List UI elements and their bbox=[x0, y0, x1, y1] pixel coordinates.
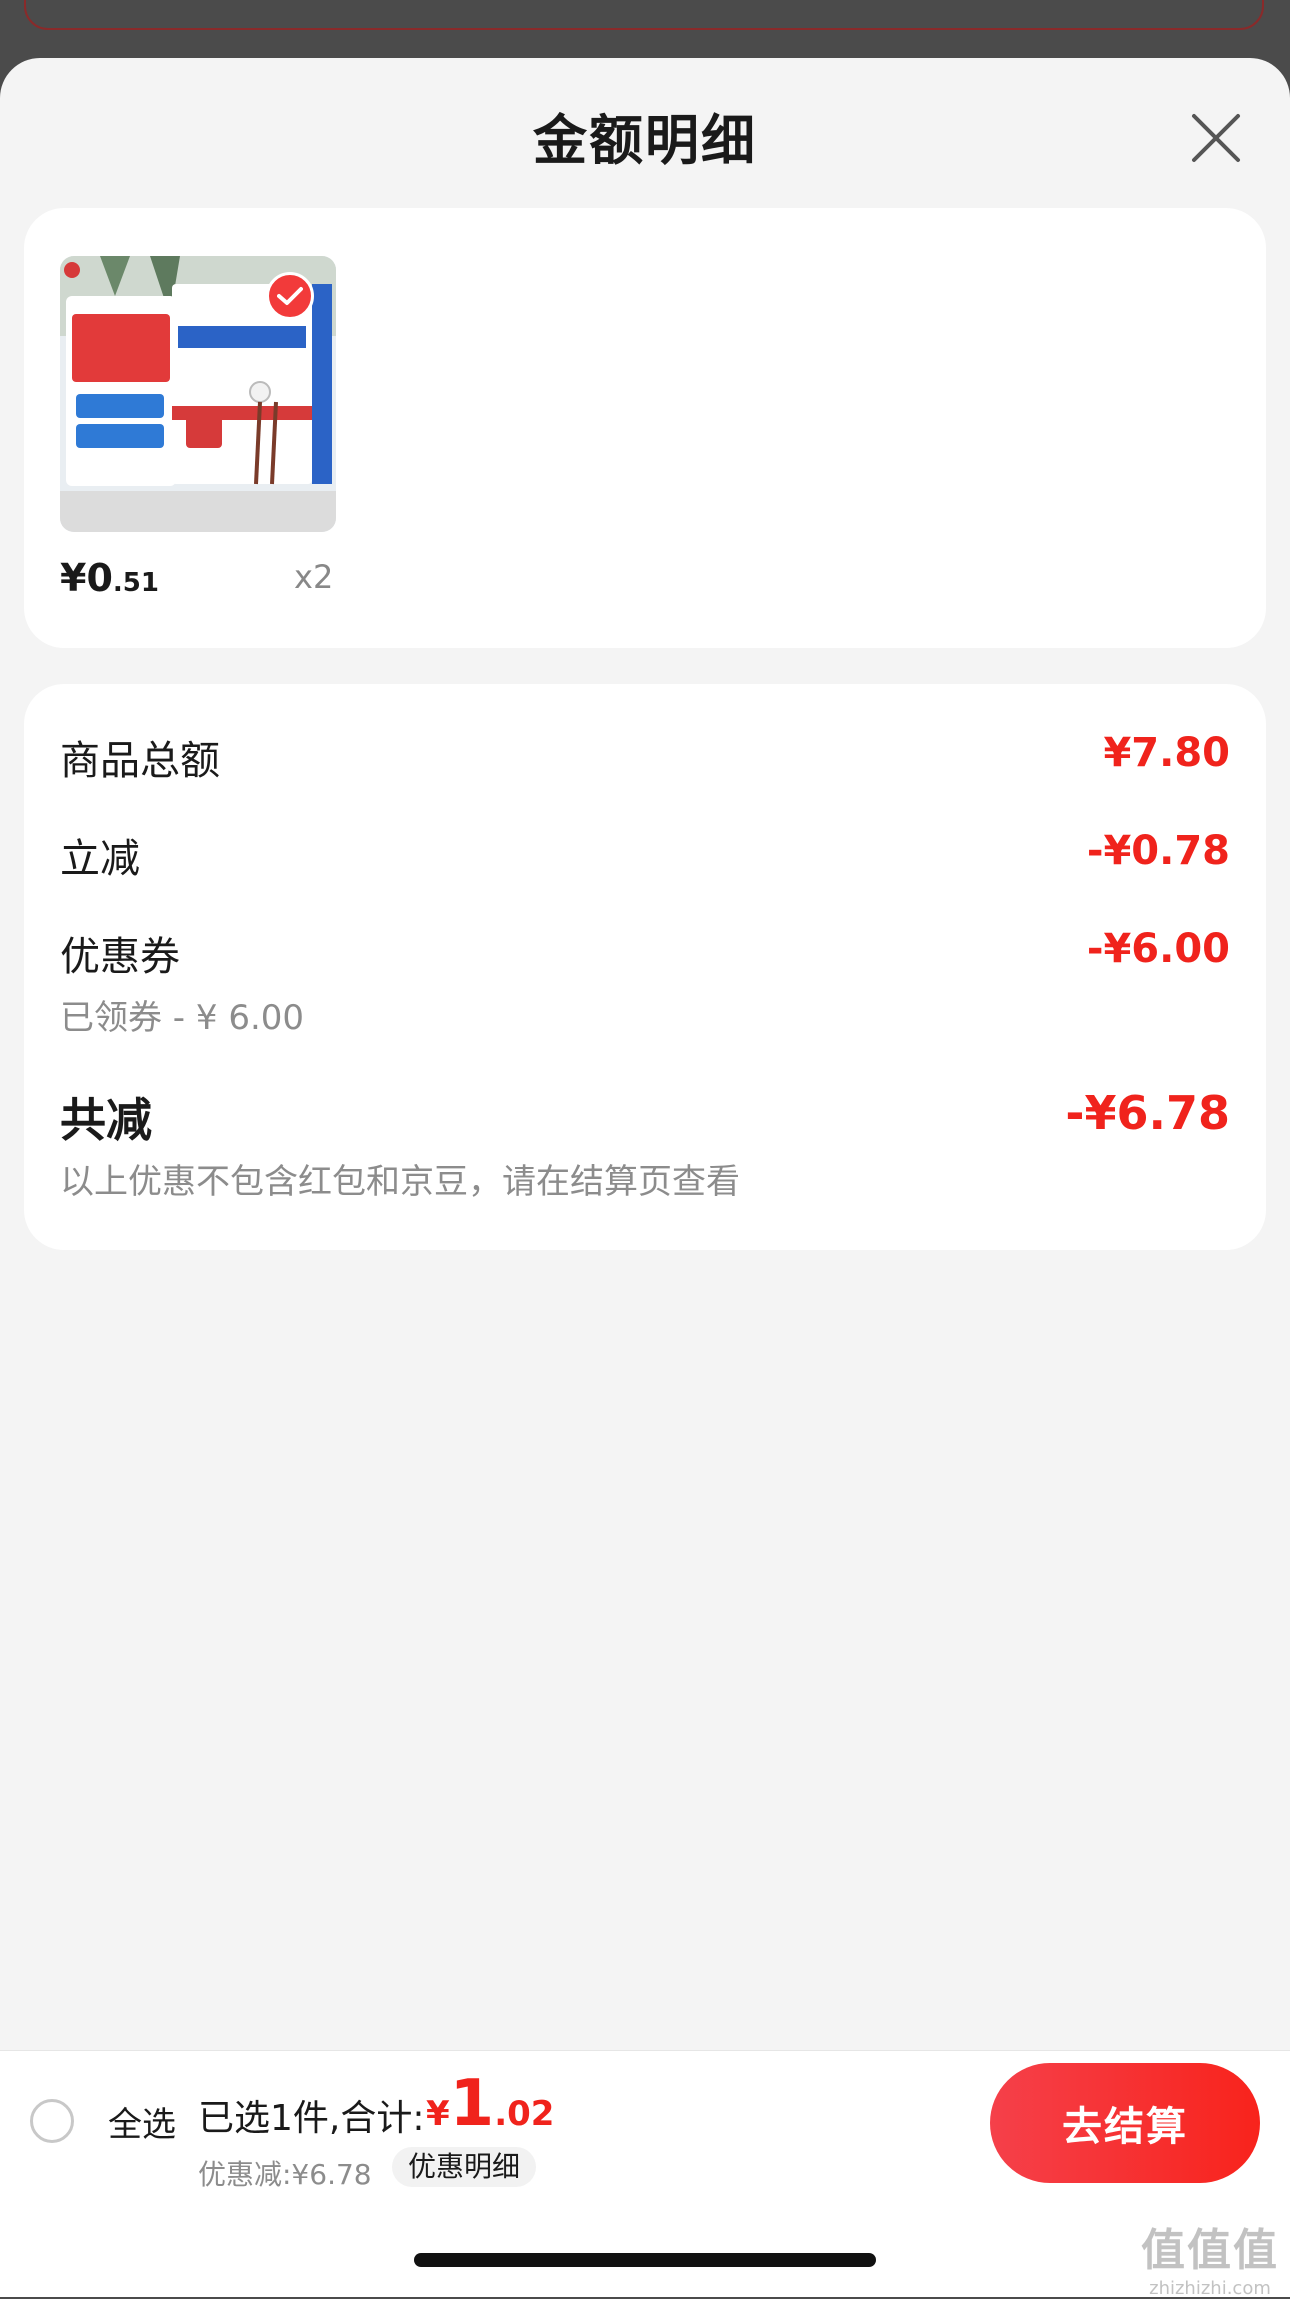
amount-detail-sheet: 金额明细 ¥0.51 x2 商品总额 ¥7.80 立减 -¥0.78 优惠券 -… bbox=[0, 58, 1290, 2296]
sheet-title: 金额明细 bbox=[533, 109, 757, 172]
total-price-integer: 1 bbox=[449, 2067, 495, 2141]
coupon-sub: 已领券 - ¥ 6.00 bbox=[60, 998, 305, 1038]
select-all-radio[interactable] bbox=[30, 2099, 74, 2143]
product-price: ¥0.51 bbox=[60, 556, 159, 600]
home-indicator[interactable] bbox=[414, 2253, 876, 2267]
discount-note: 以上优惠不包含红包和京豆，请在结算页查看 bbox=[60, 1162, 740, 1202]
select-all-label[interactable]: 全选 bbox=[108, 2097, 176, 2146]
check-icon bbox=[277, 287, 303, 305]
price-integer: 0 bbox=[86, 556, 113, 600]
background-card-edge bbox=[24, 0, 1264, 30]
coupon-label: 优惠券 bbox=[60, 934, 180, 980]
product-quantity: x2 bbox=[294, 558, 334, 596]
discount-amount-text: 优惠减:¥6.78 bbox=[198, 2158, 372, 2191]
instant-off-label: 立减 bbox=[60, 836, 140, 882]
selected-check-badge bbox=[266, 272, 314, 320]
goods-total-label: 商品总额 bbox=[60, 738, 220, 784]
watermark-logo: 值值值 bbox=[1141, 2225, 1279, 2276]
watermark: 值值值 zhizhizhi.com bbox=[1140, 2214, 1280, 2299]
coupon-value: -¥6.00 bbox=[1086, 926, 1230, 972]
close-button[interactable] bbox=[1186, 108, 1246, 168]
checkout-button[interactable]: 去结算 bbox=[990, 2063, 1260, 2183]
price-symbol: ¥ bbox=[60, 556, 87, 600]
total-price-decimal: .02 bbox=[494, 2094, 555, 2134]
discount-detail-button[interactable]: 优惠明细 bbox=[392, 2147, 537, 2187]
total-price: ¥1.02 bbox=[426, 2067, 554, 2141]
price-decimal: .51 bbox=[112, 568, 159, 598]
total-price-symbol: ¥ bbox=[426, 2094, 450, 2134]
close-icon bbox=[1192, 114, 1240, 162]
instant-off-value: -¥0.78 bbox=[1086, 828, 1230, 874]
total-off-value: -¥6.78 bbox=[1065, 1086, 1230, 1140]
goods-total-value: ¥7.80 bbox=[1103, 730, 1230, 776]
product-card: ¥0.51 x2 bbox=[24, 208, 1266, 648]
product-image[interactable] bbox=[60, 256, 336, 532]
total-off-label: 共减 bbox=[60, 1093, 152, 1147]
selected-count-text: 已选1件,合计: bbox=[198, 2098, 425, 2139]
summary-card: 商品总额 ¥7.80 立减 -¥0.78 优惠券 -¥6.00 已领券 - ¥ … bbox=[24, 684, 1266, 1250]
